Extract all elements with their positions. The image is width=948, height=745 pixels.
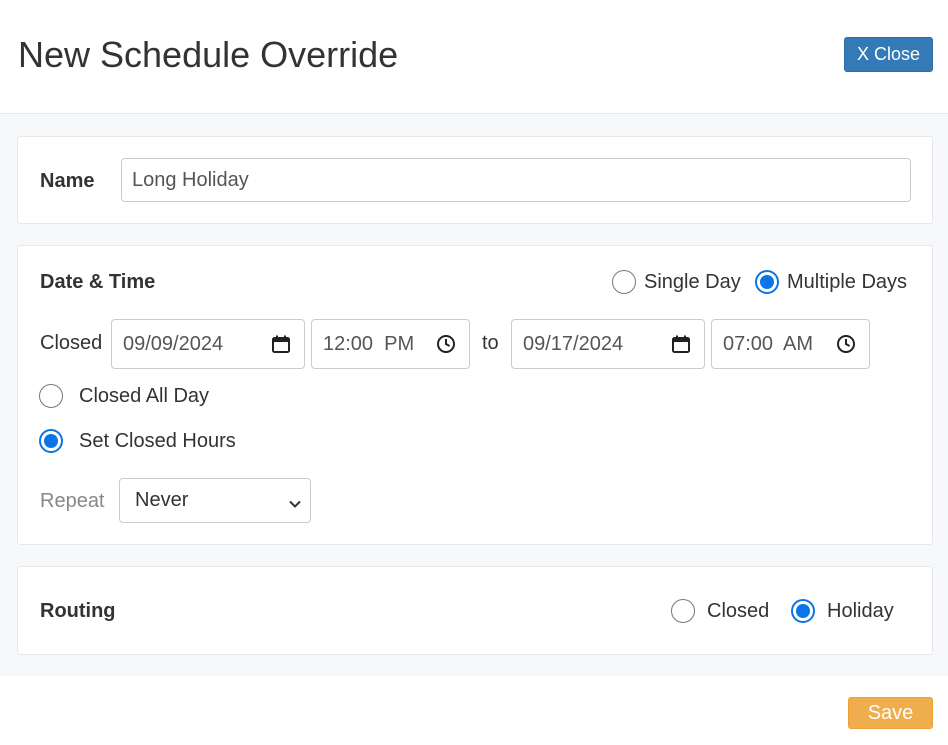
routing-closed-radio[interactable] (671, 599, 695, 623)
start-time-value: 12:00 PM (323, 332, 415, 355)
set-closed-hours-radio[interactable] (39, 429, 63, 453)
routing-closed-label: Closed (707, 599, 770, 622)
name-label: Name (40, 170, 95, 192)
repeat-label: Repeat (40, 490, 105, 512)
set-closed-hours-label: Set Closed Hours (79, 429, 236, 452)
repeat-select[interactable]: Never (119, 478, 311, 523)
end-date-value: 09/17/2024 (523, 332, 624, 355)
single-day-option[interactable]: Single Day (612, 270, 741, 294)
close-button[interactable]: X Close (844, 37, 933, 72)
clock-icon[interactable] (835, 333, 857, 355)
page-title: New Schedule Override (18, 34, 399, 75)
routing-card: Routing Closed Holiday (17, 566, 933, 655)
routing-holiday-option[interactable]: Holiday (791, 599, 894, 623)
routing-holiday-radio[interactable] (791, 599, 815, 623)
repeat-value: Never (135, 489, 189, 511)
save-button[interactable]: Save (848, 697, 933, 729)
multiple-days-label: Multiple Days (787, 270, 908, 293)
end-time-input[interactable]: 07:00 AM (711, 319, 870, 369)
start-date-value: 09/09/2024 (123, 332, 224, 355)
clock-icon[interactable] (435, 333, 457, 355)
single-day-radio[interactable] (612, 270, 636, 294)
calendar-icon[interactable] (670, 333, 692, 355)
closed-all-day-label: Closed All Day (79, 384, 210, 407)
routing-label: Routing (40, 600, 116, 622)
multiple-days-option[interactable]: Multiple Days (755, 270, 907, 294)
modal-header: New Schedule Override X Close (0, 0, 948, 114)
name-input[interactable] (121, 158, 911, 202)
to-label: to (482, 332, 499, 354)
start-time-input[interactable]: 12:00 PM (311, 319, 470, 369)
closed-all-day-option[interactable]: Closed All Day (39, 384, 209, 408)
start-date-input[interactable]: 09/09/2024 (111, 319, 305, 369)
chevron-down-icon (288, 494, 302, 508)
closed-all-day-radio[interactable] (39, 384, 63, 408)
set-closed-hours-option[interactable]: Set Closed Hours (39, 429, 236, 453)
routing-closed-option[interactable]: Closed (671, 599, 769, 623)
end-time-value: 07:00 AM (723, 332, 814, 355)
routing-holiday-label: Holiday (827, 599, 894, 622)
end-date-input[interactable]: 09/17/2024 (511, 319, 705, 369)
closed-label: Closed (40, 332, 103, 354)
date-time-label: Date & Time (40, 271, 156, 293)
single-day-label: Single Day (644, 270, 741, 293)
date-time-card: Date & Time Single Day Multiple Days Clo… (17, 245, 933, 545)
name-card: Name (17, 136, 933, 224)
calendar-icon[interactable] (270, 333, 292, 355)
multiple-days-radio[interactable] (755, 270, 779, 294)
modal-body: Name Date & Time Single Day Multiple Day… (0, 114, 948, 676)
